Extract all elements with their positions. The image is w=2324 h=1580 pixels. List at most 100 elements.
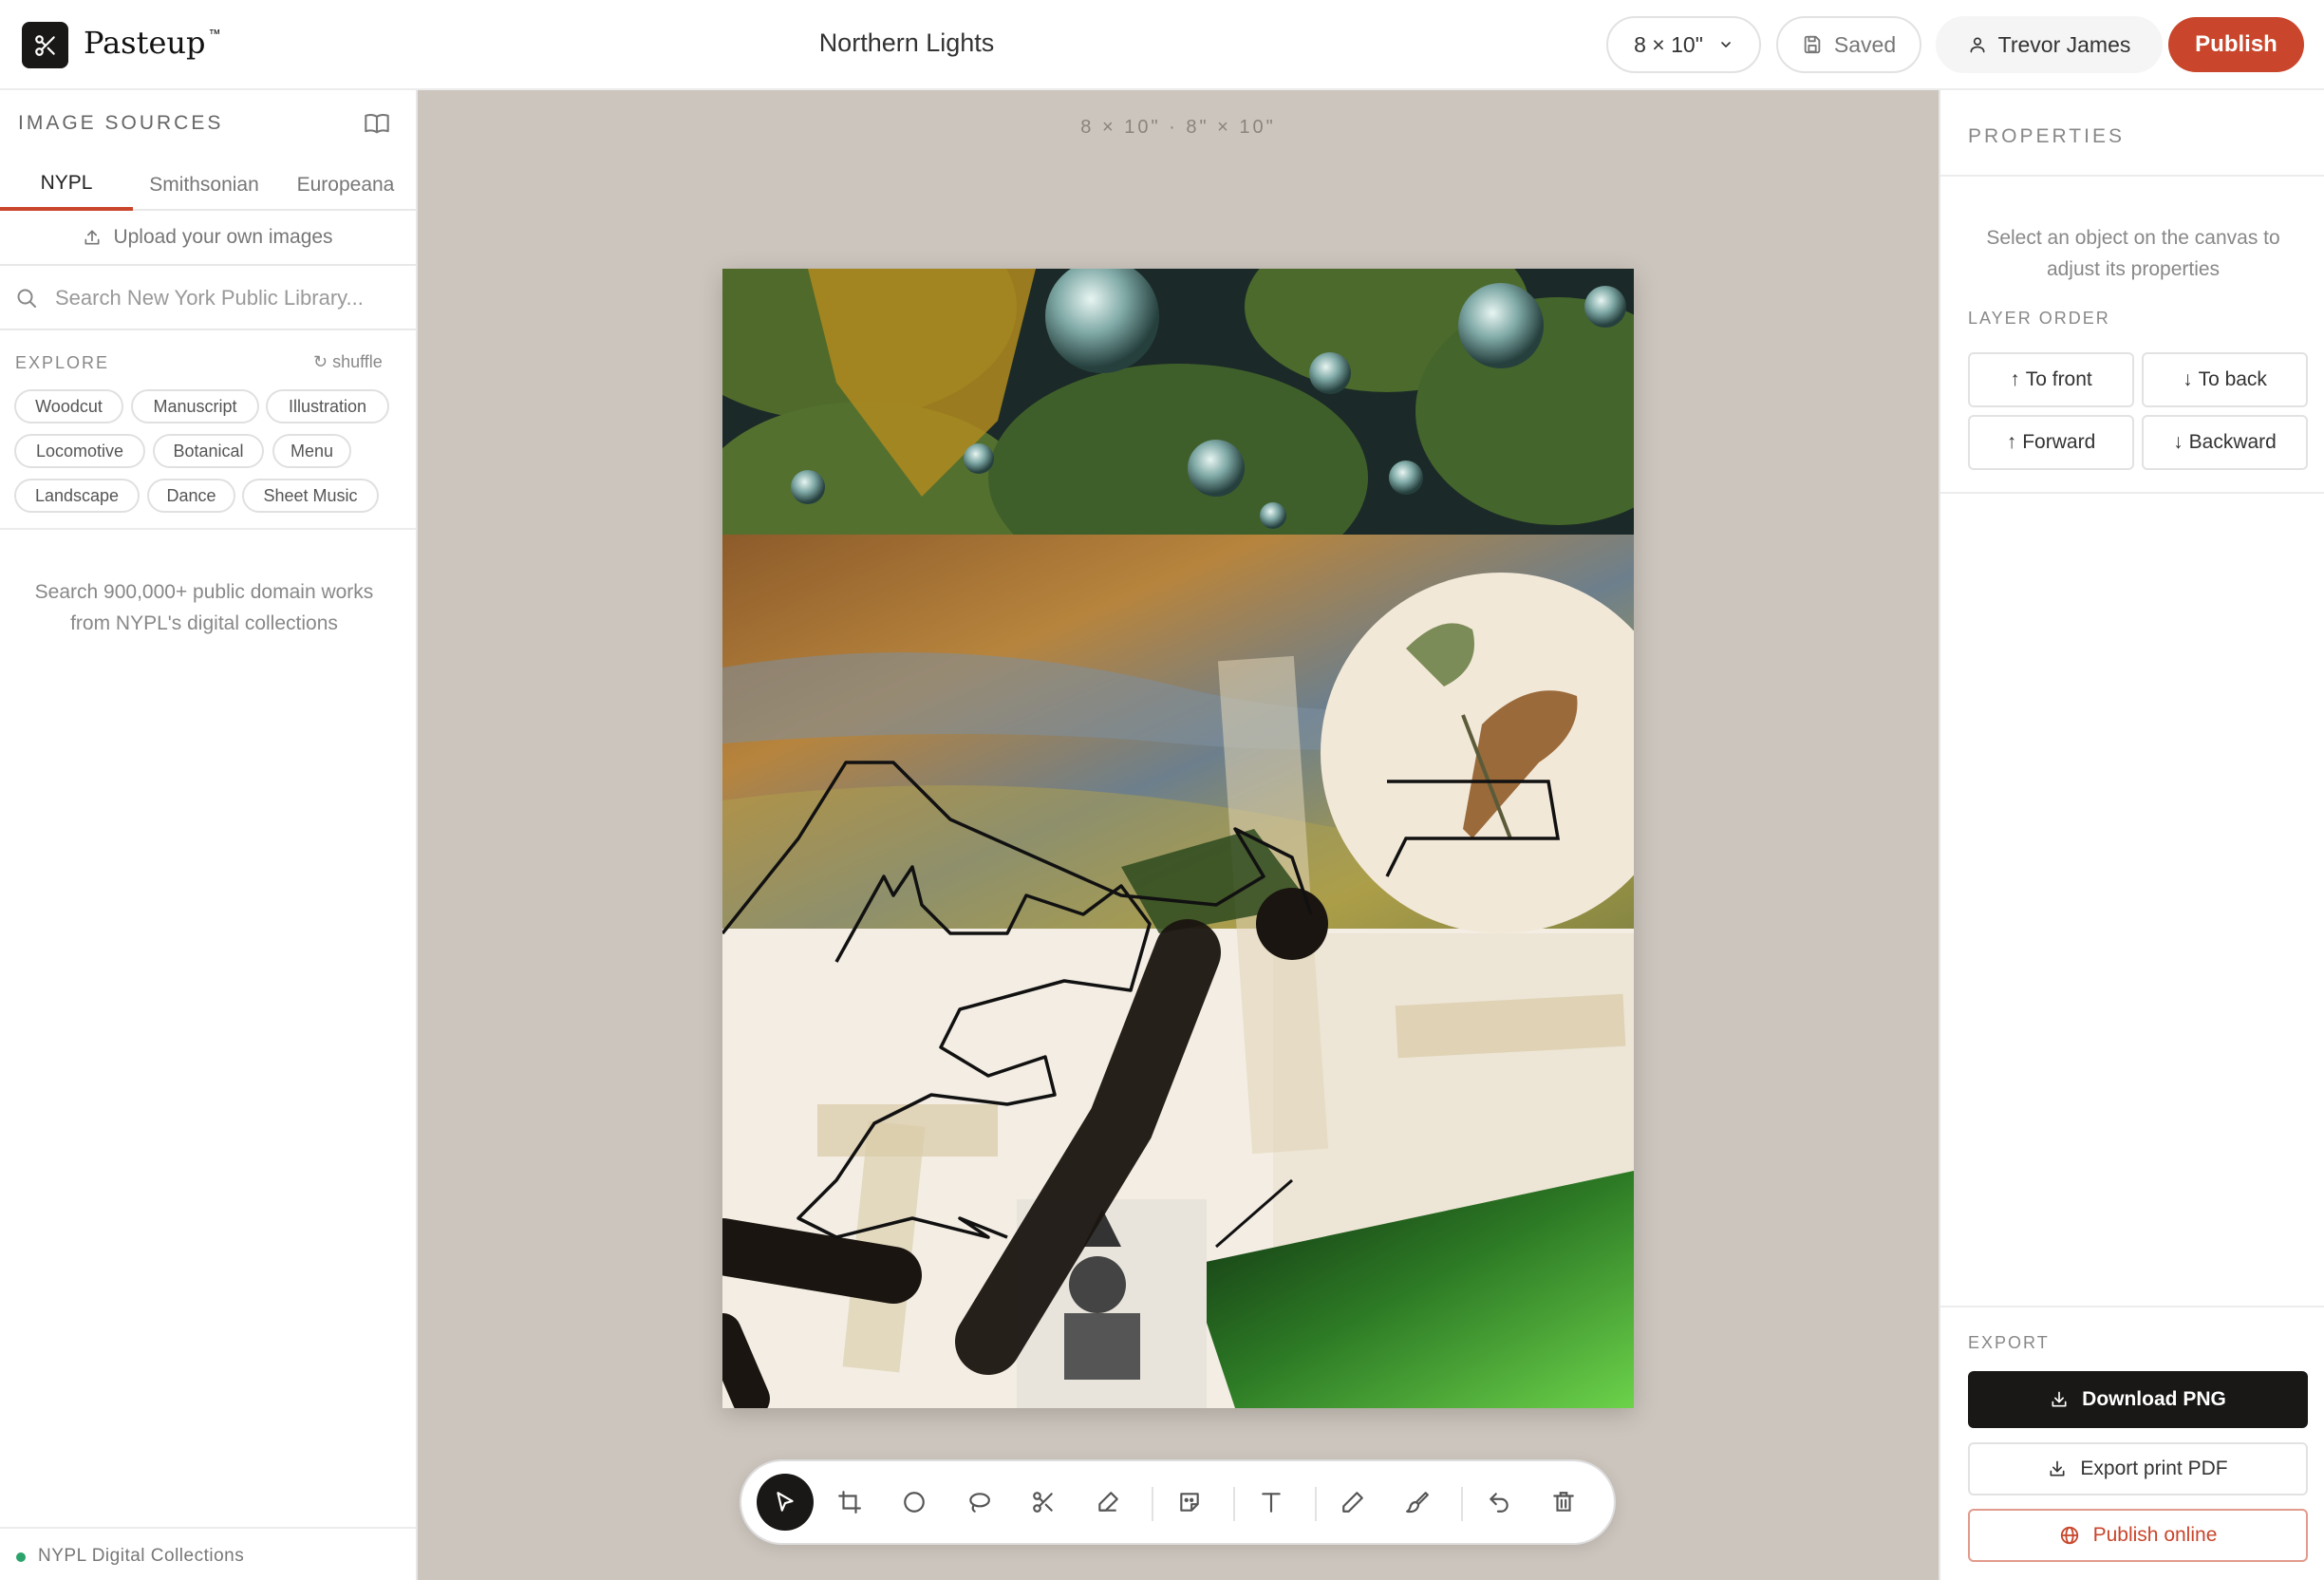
sticker-tool[interactable] [1161,1474,1218,1531]
sticker-icon [1180,1493,1199,1512]
user-menu-button[interactable]: Trevor James [1936,16,2163,73]
export-pdf-button[interactable]: Export print PDF [1968,1442,2308,1495]
undo-icon [1490,1493,1509,1513]
crop-icon [838,1491,861,1514]
save-status-label: Saved [1833,31,1897,57]
search-input[interactable] [55,282,406,314]
shuffle-icon: ↻ [313,352,333,371]
delete-tool[interactable] [1535,1474,1592,1531]
tab-smithsonian[interactable]: Smithsonian [133,159,275,211]
eraser-icon [1098,1492,1118,1512]
text-icon [1262,1493,1281,1513]
trash-icon [1553,1492,1574,1512]
chip-woodcut[interactable]: Woodcut [14,389,123,423]
search-hint-line2: from NYPL's digital collections [70,612,338,634]
chip-dance[interactable]: Dance [147,479,235,513]
brand-name: Pasteup ™ [84,25,221,61]
explore-label: EXPLORE [15,353,110,372]
canvas-dimensions-label: 8 × 10" · 8" × 10" [1080,117,1276,138]
trademark: ™ [208,27,221,41]
arrow-down-icon: ↓ [2173,431,2183,453]
scissors-logo-icon [34,34,55,56]
shuffle-button[interactable]: ↻ shuffle [313,352,383,372]
image-sources-panel: IMAGE SOURCES NYPL Smithsonian Europeana… [0,90,418,1580]
ellipse-tool[interactable] [886,1474,943,1531]
arrow-up-icon: ↑ [2006,431,2017,453]
undo-tool[interactable] [1471,1474,1527,1531]
to-back-button[interactable]: ↓ To back [2142,352,2308,407]
tab-europeana[interactable]: Europeana [275,159,416,211]
properties-panel: PROPERTIES Select an object on the canva… [1939,90,2324,1580]
save-icon [1804,35,1821,54]
divider [1940,1306,2324,1307]
user-name: Trevor James [1997,31,2131,57]
pencil-tool[interactable] [1324,1474,1381,1531]
download-png-label: Download PNG [2082,1388,2226,1410]
document-title[interactable]: Northern Lights [722,28,1092,58]
search-hint-line1: Search 900,000+ public domain works [34,581,374,603]
backward-button[interactable]: ↓ Backward [2142,415,2308,470]
upload-label: Upload your own images [113,226,333,248]
save-status-button[interactable]: Saved [1776,16,1921,73]
download-png-button[interactable]: Download PNG [1968,1371,2308,1428]
eraser-tool[interactable] [1079,1474,1136,1531]
book-icon[interactable] [364,110,390,137]
publish-online-button[interactable]: Publish online [1968,1509,2308,1562]
app-header: Pasteup ™ Northern Lights 8 × 10" Saved T… [0,0,2324,90]
divider [1940,175,2324,177]
search-hint: Search 900,000+ public domain works from… [9,576,399,639]
scissors-tool[interactable] [1015,1474,1072,1531]
toolbar-divider [1461,1487,1463,1521]
properties-hint: Select an object on the canvas to adjust… [1959,222,2307,285]
publish-button[interactable]: Publish [2168,17,2304,72]
download-icon [2050,1460,2065,1477]
chevron-down-icon [1721,42,1731,47]
layer-order-title: LAYER ORDER [1968,309,2110,328]
chip-sheet-music[interactable]: Sheet Music [242,479,379,513]
export-title: EXPORT [1968,1333,2050,1352]
logo[interactable] [22,22,68,68]
collage-artboard[interactable] [722,269,1634,1408]
toolbar-divider [1233,1487,1235,1521]
download-icon [2052,1391,2067,1407]
size-select[interactable]: 8 × 10" [1606,16,1761,73]
circle-icon [904,1492,925,1513]
toolbar-divider [1152,1487,1153,1521]
crop-tool[interactable] [821,1474,878,1531]
tab-nypl[interactable]: NYPL [0,159,133,211]
chip-menu[interactable]: Menu [272,434,351,468]
upload-icon [84,230,100,245]
to-front-button[interactable]: ↑ To front [1968,352,2134,407]
divider [1940,492,2324,494]
text-tool[interactable] [1243,1474,1300,1531]
search-bar [0,266,416,330]
collage-image [722,269,1634,1408]
chip-illustration[interactable]: Illustration [266,389,389,423]
user-icon [1970,37,1985,53]
chip-locomotive[interactable]: Locomotive [14,434,145,468]
toolbar-divider [1315,1487,1317,1521]
search-icon [17,289,36,308]
select-tool[interactable] [757,1474,814,1531]
lasso-tool[interactable] [950,1474,1007,1531]
chip-manuscript[interactable]: Manuscript [131,389,259,423]
to-back-label: To back [2198,368,2267,390]
source-status-label: NYPL Digital Collections [38,1546,245,1566]
brush-tool[interactable] [1389,1474,1446,1531]
to-front-label: To front [2025,368,2092,390]
arrow-up-icon: ↑ [2010,368,2020,390]
scissors-icon [1033,1492,1053,1513]
upload-images-button[interactable]: Upload your own images [0,211,416,266]
status-dot [16,1552,26,1562]
divider [0,528,416,530]
canvas-workspace: 8 × 10" · 8" × 10" [418,90,1939,1580]
pointer-icon [777,1492,794,1512]
chip-landscape[interactable]: Landscape [14,479,140,513]
brush-icon [1406,1492,1429,1514]
source-tabs: NYPL Smithsonian Europeana [0,159,416,211]
source-status-footer: NYPL Digital Collections [0,1527,416,1580]
size-select-label: 8 × 10" [1634,31,1703,57]
publish-online-label: Publish online [2092,1524,2218,1546]
forward-button[interactable]: ↑ Forward [1968,415,2134,470]
chip-botanical[interactable]: Botanical [153,434,264,468]
